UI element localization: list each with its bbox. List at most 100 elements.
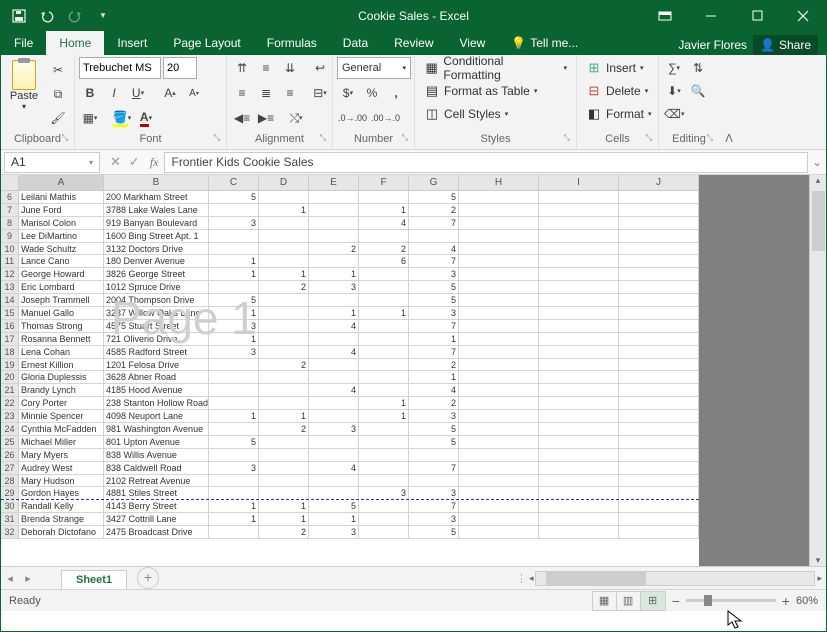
cell[interactable]: 3788 Lake Wales Lane [104, 204, 209, 216]
row-header[interactable]: 23 [1, 410, 19, 422]
cell[interactable]: Minnie Spencer [19, 410, 104, 422]
underline-button[interactable]: U▾ [127, 82, 149, 104]
cell[interactable] [359, 268, 409, 280]
cell[interactable] [259, 243, 309, 255]
cell[interactable] [539, 475, 619, 487]
cell[interactable] [459, 307, 539, 319]
row-header[interactable]: 7 [1, 204, 19, 216]
cell[interactable] [459, 397, 539, 409]
tab-nav-prev[interactable]: ◂ [1, 572, 19, 585]
cell[interactable]: Lance Cano [19, 255, 104, 267]
cell[interactable] [309, 359, 359, 371]
cell[interactable] [459, 371, 539, 383]
cell[interactable] [539, 371, 619, 383]
cell[interactable] [359, 436, 409, 448]
increase-font-button[interactable]: A▴ [159, 82, 181, 104]
cell[interactable]: 3237 Willow Oaks Lane [104, 307, 209, 319]
table-row[interactable]: 31Brenda Strange3427 Cottrill Lane1113 [1, 513, 699, 526]
increase-decimal-button[interactable]: .0→.00 [337, 107, 368, 129]
vertical-scrollbar[interactable]: ▴ ▾ [809, 175, 826, 566]
table-row[interactable]: 6Leilani Mathis200 Markham Street55 [1, 191, 699, 204]
table-row[interactable]: 27Audrey West838 Caldwell Road347 [1, 462, 699, 475]
col-header-E[interactable]: E [309, 175, 359, 190]
close-button[interactable] [780, 1, 826, 30]
cell[interactable] [359, 500, 409, 512]
tab-formulas[interactable]: Formulas [254, 31, 330, 55]
cell[interactable]: 3 [409, 307, 459, 319]
cell[interactable]: 2 [259, 526, 309, 538]
col-header-I[interactable]: I [539, 175, 619, 190]
cell[interactable]: 721 Oliverio Drive [104, 333, 209, 345]
cell[interactable] [259, 462, 309, 474]
cell[interactable] [209, 230, 259, 242]
row-header[interactable]: 24 [1, 423, 19, 435]
table-row[interactable]: 19Ernest Killion1201 Felosa Drive22 [1, 359, 699, 372]
cell[interactable] [359, 320, 409, 332]
cell[interactable] [209, 281, 259, 293]
cell[interactable] [359, 526, 409, 538]
cell[interactable]: 2475 Broadcast Drive [104, 526, 209, 538]
cell[interactable] [539, 359, 619, 371]
cell[interactable]: 2 [359, 243, 409, 255]
cell[interactable]: 5 [409, 423, 459, 435]
row-header[interactable]: 13 [1, 281, 19, 293]
cell[interactable]: 5 [309, 500, 359, 512]
cell[interactable]: 4881 Stiles Street [104, 487, 209, 499]
table-row[interactable]: 17Rosanna Bennett721 Oliverio Drive11 [1, 333, 699, 346]
table-row[interactable]: 8Marisol Colon919 Banyan Boulevard347 [1, 217, 699, 230]
row-header[interactable]: 18 [1, 346, 19, 358]
cell[interactable]: Leilani Mathis [19, 191, 104, 203]
cell[interactable]: 3628 Abner Road [104, 371, 209, 383]
cell[interactable]: Audrey West [19, 462, 104, 474]
row-header[interactable]: 27 [1, 462, 19, 474]
cell[interactable]: Joseph Trammell [19, 294, 104, 306]
cell[interactable]: 3 [309, 281, 359, 293]
cell[interactable] [259, 346, 309, 358]
cell[interactable] [309, 217, 359, 229]
cell[interactable] [459, 526, 539, 538]
cell[interactable] [459, 217, 539, 229]
cell[interactable]: Brenda Strange [19, 513, 104, 525]
table-row[interactable]: 32Deborah Dictofano2475 Broadcast Drive2… [1, 526, 699, 539]
row-header[interactable]: 29 [1, 487, 19, 499]
row-header[interactable]: 16 [1, 320, 19, 332]
row-header[interactable]: 19 [1, 359, 19, 371]
cell[interactable] [359, 475, 409, 487]
page-break-view-button[interactable]: ⊞ [641, 592, 665, 610]
format-painter-button[interactable]: 🖌 [47, 107, 69, 129]
cell[interactable]: 5 [409, 436, 459, 448]
cell[interactable] [209, 243, 259, 255]
user-name[interactable]: Javier Flores [678, 38, 747, 52]
cell[interactable] [259, 230, 309, 242]
cell[interactable] [539, 346, 619, 358]
cell[interactable] [459, 436, 539, 448]
col-header-A[interactable]: A [19, 175, 104, 190]
cell[interactable]: 838 Willis Avenue [104, 449, 209, 461]
cell[interactable] [619, 384, 699, 396]
cell[interactable] [259, 294, 309, 306]
cell[interactable] [539, 204, 619, 216]
cell[interactable] [619, 410, 699, 422]
clear-button[interactable]: ⌫▾ [663, 103, 685, 125]
cell[interactable] [309, 436, 359, 448]
cell[interactable] [619, 243, 699, 255]
currency-button[interactable]: $▾ [337, 82, 359, 104]
cell[interactable] [539, 500, 619, 512]
cell[interactable]: 7 [409, 255, 459, 267]
paste-button[interactable]: Paste ▾ [5, 57, 43, 123]
cell[interactable]: Ernest Killion [19, 359, 104, 371]
table-row[interactable]: 7June Ford3788 Lake Wales Lane112 [1, 204, 699, 217]
save-icon[interactable] [7, 4, 31, 28]
cell[interactable] [359, 281, 409, 293]
cell[interactable] [539, 268, 619, 280]
cell[interactable] [539, 320, 619, 332]
cell[interactable]: 1600 Bing Street Apt. 1 [104, 230, 209, 242]
cell[interactable]: 4143 Berry Street [104, 500, 209, 512]
align-right-button[interactable]: ≡ [279, 82, 301, 104]
row-header[interactable]: 25 [1, 436, 19, 448]
cell[interactable] [209, 526, 259, 538]
cell[interactable] [619, 333, 699, 345]
table-row[interactable]: 29Gordon Hayes4881 Stiles Street33 [1, 487, 699, 500]
cell[interactable] [209, 475, 259, 487]
cell[interactable] [539, 333, 619, 345]
